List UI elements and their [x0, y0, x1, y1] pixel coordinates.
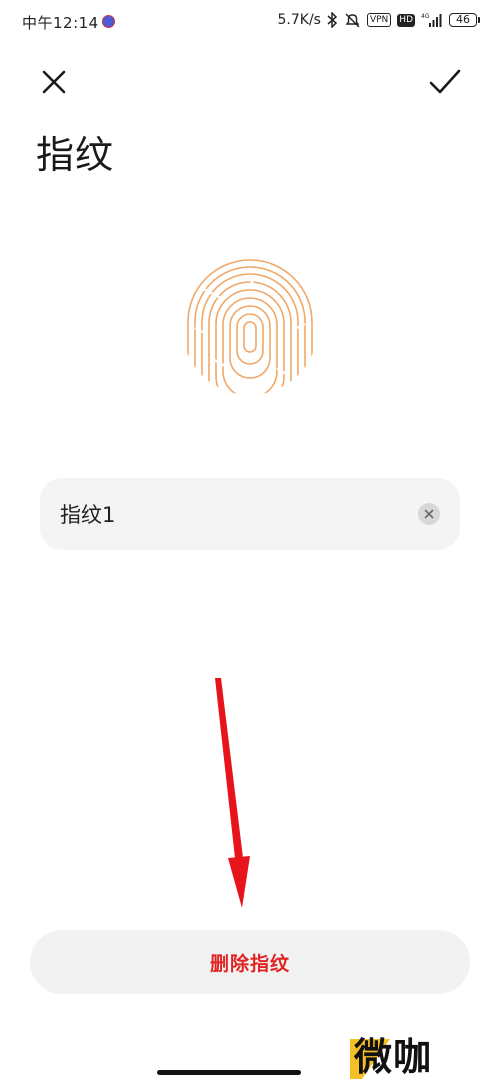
network-type-label: 4G	[421, 13, 430, 20]
notification-app-icon	[102, 15, 115, 28]
fingerprint-name-field[interactable]: 指纹1	[40, 478, 460, 550]
watermark-logo: 微咖	[350, 1033, 454, 1079]
home-indicator[interactable]	[157, 1070, 301, 1075]
vpn-badge: VPN	[366, 13, 392, 27]
status-time: 中午12:14	[22, 14, 99, 32]
network-speed: 5.7K/s	[277, 12, 321, 28]
battery-icon: 46	[449, 13, 480, 27]
status-indicators: 5.7K/s VPN HD 4G 46	[277, 12, 480, 28]
battery-level: 46	[449, 13, 477, 27]
delete-fingerprint-button[interactable]: 删除指纹	[30, 930, 470, 994]
clear-icon	[424, 509, 434, 519]
status-bar: 中午12:14 5.7K/s VPN HD 4G 46	[0, 0, 500, 44]
watermark-text: 微咖	[354, 1035, 433, 1079]
bluetooth-icon	[327, 12, 338, 28]
check-icon	[429, 69, 461, 94]
fingerprint-icon	[181, 258, 319, 396]
clear-button[interactable]	[418, 503, 440, 525]
close-button[interactable]	[38, 66, 70, 98]
alarm-muted-icon	[344, 12, 361, 28]
confirm-button[interactable]	[428, 66, 462, 98]
annotation-arrow	[215, 678, 250, 908]
fingerprint-name-value[interactable]: 指纹1	[60, 499, 418, 529]
page-title: 指纹	[36, 133, 115, 177]
close-icon	[42, 70, 66, 94]
signal-icon: 4G	[421, 12, 443, 28]
hd-badge: HD	[397, 13, 415, 27]
